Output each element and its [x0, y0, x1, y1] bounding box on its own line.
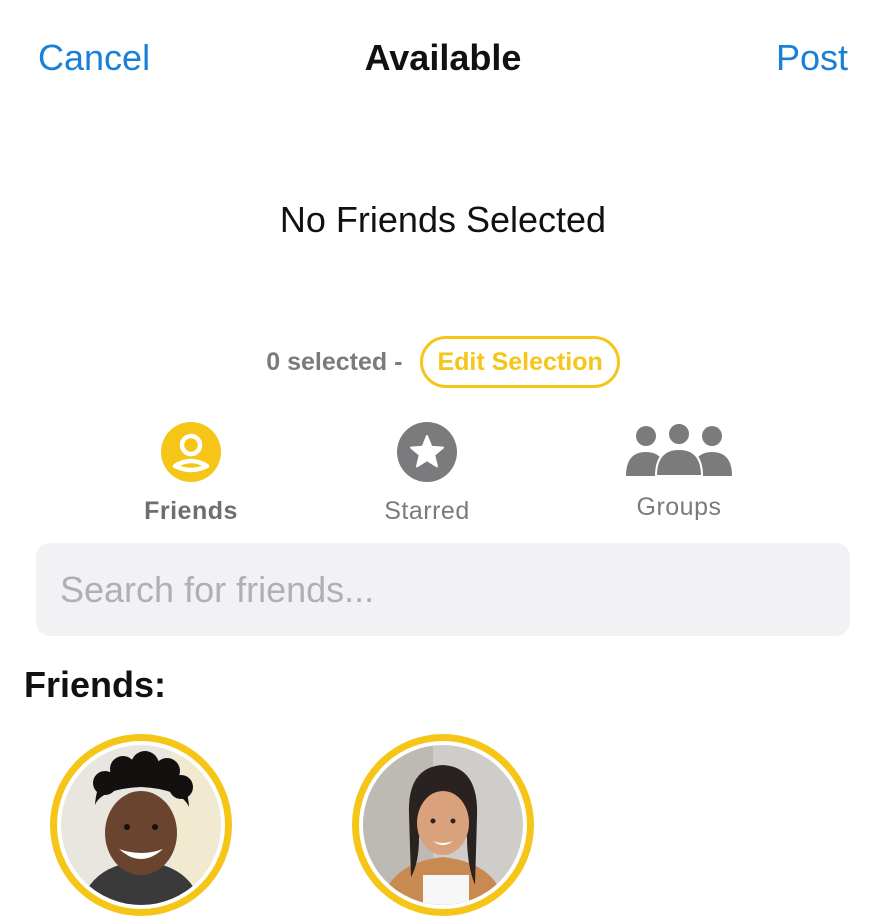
post-button[interactable]: Post	[776, 36, 848, 80]
friend-1-photo	[61, 745, 221, 905]
group-icon	[579, 422, 779, 483]
edit-selection-button[interactable]: Edit Selection	[420, 336, 620, 388]
search-input[interactable]	[36, 543, 850, 636]
selection-row: 0 selected - Edit Selection	[0, 336, 886, 388]
friend-2-photo	[363, 745, 523, 905]
star-circle-icon	[327, 422, 527, 487]
friend-avatar-1[interactable]	[50, 734, 232, 916]
selected-count: 0 selected -	[266, 347, 403, 376]
friend-avatar-2[interactable]	[352, 734, 534, 916]
tab-starred-label: Starred	[384, 497, 470, 525]
tab-friends-label: Friends	[144, 497, 238, 525]
person-circle-icon	[91, 422, 291, 487]
tab-groups-label: Groups	[636, 493, 722, 521]
tab-starred[interactable]: Starred	[327, 422, 527, 526]
tab-friends[interactable]: Friends	[91, 422, 291, 526]
selected-friends-headline: No Friends Selected	[279, 199, 607, 240]
friends-section-title: Friends:	[24, 664, 167, 705]
cancel-button[interactable]: Cancel	[38, 36, 150, 80]
tab-groups[interactable]: Groups	[579, 422, 779, 522]
post-availability-screen: Cancel Available Post No Friends Selecte…	[0, 0, 886, 924]
